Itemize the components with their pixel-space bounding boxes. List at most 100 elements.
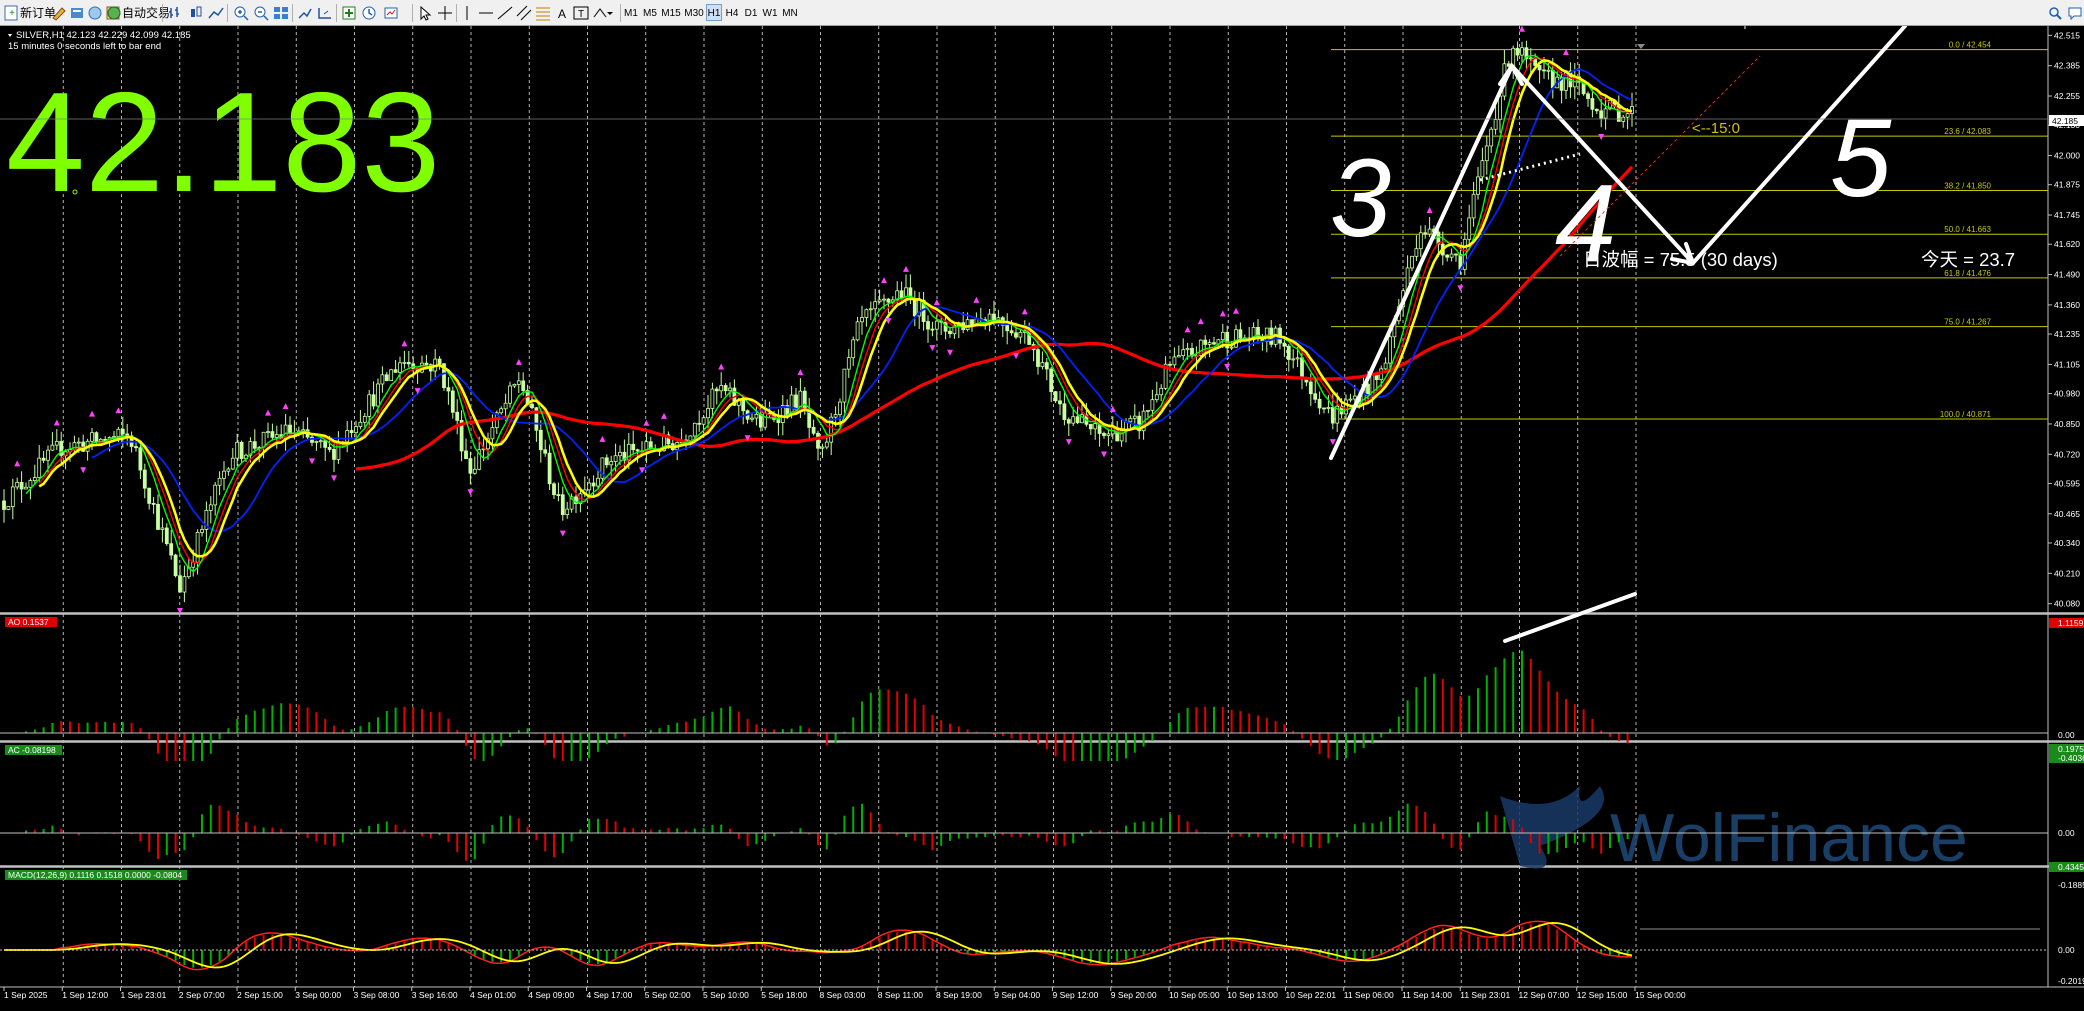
templates-icon[interactable] xyxy=(382,4,400,22)
fibonacci-icon[interactable] xyxy=(534,4,552,22)
time-tick-label: 9 Sep 04:00 xyxy=(994,990,1040,1000)
candle-body xyxy=(912,298,917,317)
candle-body xyxy=(1414,248,1419,257)
timeframe-m30[interactable]: M30 xyxy=(683,4,705,21)
candle-body xyxy=(688,435,693,442)
timeframe-m5[interactable]: M5 xyxy=(641,4,659,21)
candle-body xyxy=(116,428,121,437)
candle-body xyxy=(173,554,178,577)
candle-body xyxy=(1410,255,1414,269)
candle-body xyxy=(358,421,363,427)
chart-window[interactable]: WolFinance 0.0 / 42.454 23.6 / 42.083 38.2… xyxy=(0,24,2084,1007)
globe-icon[interactable] xyxy=(86,4,104,22)
zoom-out-icon[interactable] xyxy=(252,4,270,22)
price-tick-label: 41.620 xyxy=(2054,239,2080,249)
price-tick-label: 40.980 xyxy=(2054,389,2080,399)
crosshair-icon[interactable] xyxy=(436,4,454,22)
candle-body xyxy=(314,441,319,443)
candle-body xyxy=(948,330,952,335)
candle-body xyxy=(516,380,521,385)
price-tick-label: 40.210 xyxy=(2054,568,2080,578)
fib-level-label: 61.8 / 41.476 xyxy=(1944,269,1991,278)
text-icon[interactable]: A xyxy=(553,4,571,22)
candle-body xyxy=(178,575,182,593)
zoom-in-icon[interactable] xyxy=(232,4,250,22)
chart-shift-icon[interactable] xyxy=(316,4,334,22)
candle-body xyxy=(1454,253,1458,256)
timeframe-w1[interactable]: W1 xyxy=(761,4,779,21)
candle-body xyxy=(1520,47,1524,56)
candle-body xyxy=(1493,119,1498,130)
timeframe-d1[interactable]: D1 xyxy=(742,4,760,21)
candle-body xyxy=(499,408,504,414)
time-tick-label: 1 Sep 12:00 xyxy=(62,990,108,1000)
candle-body xyxy=(794,394,798,410)
candle-body xyxy=(838,401,842,415)
chat-icon[interactable] xyxy=(2066,4,2084,22)
candle-body xyxy=(1313,393,1318,400)
candle-body xyxy=(714,388,719,392)
candle-body xyxy=(147,487,152,504)
pencil-icon[interactable] xyxy=(50,4,68,22)
line-chart-icon[interactable] xyxy=(207,4,225,22)
candle-body xyxy=(543,449,548,454)
candle-body xyxy=(1018,332,1023,338)
svg-text:+: + xyxy=(9,8,15,19)
candle-body xyxy=(362,415,367,423)
candle-body xyxy=(824,441,829,448)
tile-windows-icon[interactable] xyxy=(272,4,290,22)
periods-icon[interactable] xyxy=(360,4,378,22)
candle-body xyxy=(1207,342,1212,345)
candle-body xyxy=(1445,254,1450,258)
candle-body xyxy=(389,369,394,382)
timeframe-m1[interactable]: M1 xyxy=(622,4,640,21)
text-label-icon[interactable]: T xyxy=(572,4,590,22)
timeframe-h1[interactable]: H1 xyxy=(706,4,722,21)
timeframe-m15[interactable]: M15 xyxy=(660,4,682,21)
candle-body xyxy=(1625,113,1630,118)
candle-body xyxy=(1423,232,1428,235)
time-tick-label: 3 Sep 00:00 xyxy=(295,990,341,1000)
time-tick-label: 9 Sep 12:00 xyxy=(1053,990,1099,1000)
horizontal-line-icon[interactable] xyxy=(477,4,495,22)
candle-body xyxy=(1203,339,1208,345)
candle-body xyxy=(164,527,169,545)
candle-body xyxy=(1150,399,1155,411)
candle-body xyxy=(437,358,442,365)
candle-body xyxy=(811,427,816,434)
candle-body xyxy=(318,440,323,443)
ac-axis-bottom: -0.1885 xyxy=(2058,880,2084,890)
autoscroll-icon[interactable] xyxy=(296,4,314,22)
auto-trading-icon[interactable] xyxy=(105,4,123,22)
timeframe-h4[interactable]: H4 xyxy=(723,4,741,21)
time-tick-label: 10 Sep 22:01 xyxy=(1286,990,1337,1000)
candle-body xyxy=(37,457,42,478)
chart-canvas[interactable]: WolFinance 0.0 / 42.454 23.6 / 42.083 38.2… xyxy=(0,24,2084,1007)
new-order-icon[interactable]: + xyxy=(3,4,21,22)
price-tick-label: 40.720 xyxy=(2054,449,2080,459)
candle-body xyxy=(1212,342,1216,345)
candle-body xyxy=(354,426,358,434)
vertical-line-icon[interactable] xyxy=(458,4,476,22)
candle-body xyxy=(252,441,257,449)
candle-body xyxy=(1590,98,1595,110)
candle-body xyxy=(776,418,781,423)
search-icon[interactable] xyxy=(2046,4,2064,22)
candle-body xyxy=(266,431,270,434)
timeframe-mn[interactable]: MN xyxy=(780,4,800,21)
trendline-icon[interactable] xyxy=(496,4,514,22)
cursor-icon[interactable] xyxy=(416,4,434,22)
time-tick-label: 3 Sep 08:00 xyxy=(354,990,400,1000)
market-watch-icon[interactable] xyxy=(68,4,86,22)
time-tick-label: 11 Sep 23:01 xyxy=(1460,990,1510,1000)
time-tick-label: 3 Sep 16:00 xyxy=(412,990,458,1000)
candle-body xyxy=(860,317,864,323)
candlestick-icon[interactable] xyxy=(187,4,205,22)
candle-body xyxy=(1159,387,1164,396)
indicators-icon[interactable] xyxy=(340,4,358,22)
equidistant-channel-icon[interactable] xyxy=(515,4,533,22)
candle-body xyxy=(604,457,609,466)
time-tick-label: 8 Sep 19:00 xyxy=(936,990,982,1000)
bar-chart-icon[interactable] xyxy=(167,4,185,22)
candle-body xyxy=(1040,362,1045,367)
